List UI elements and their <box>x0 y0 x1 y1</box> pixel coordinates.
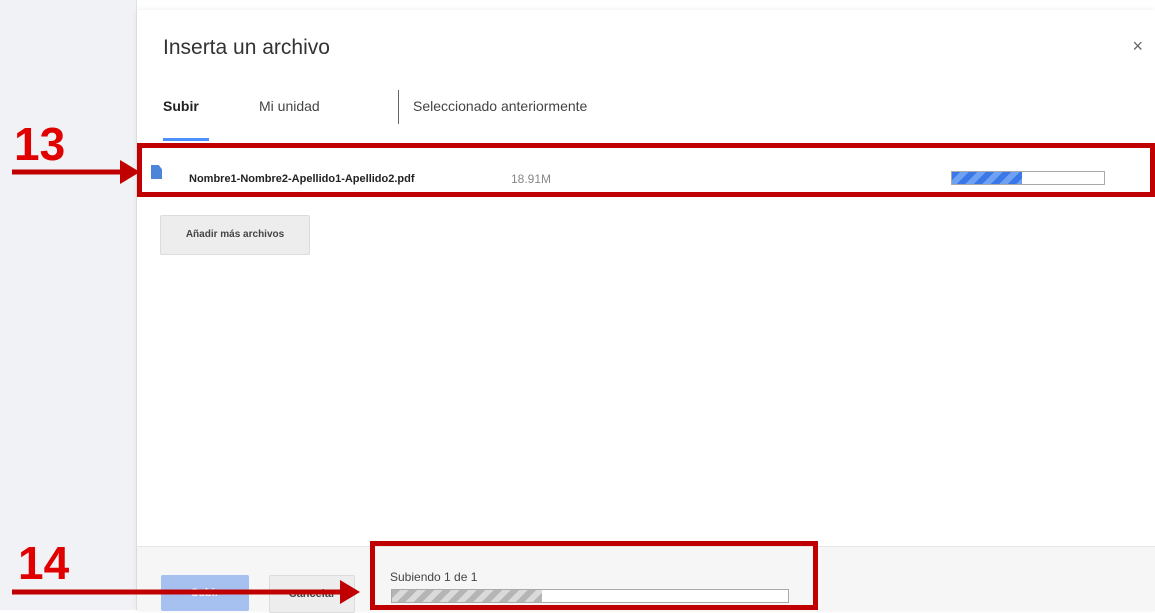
annotation-arrow-14 <box>12 580 360 604</box>
